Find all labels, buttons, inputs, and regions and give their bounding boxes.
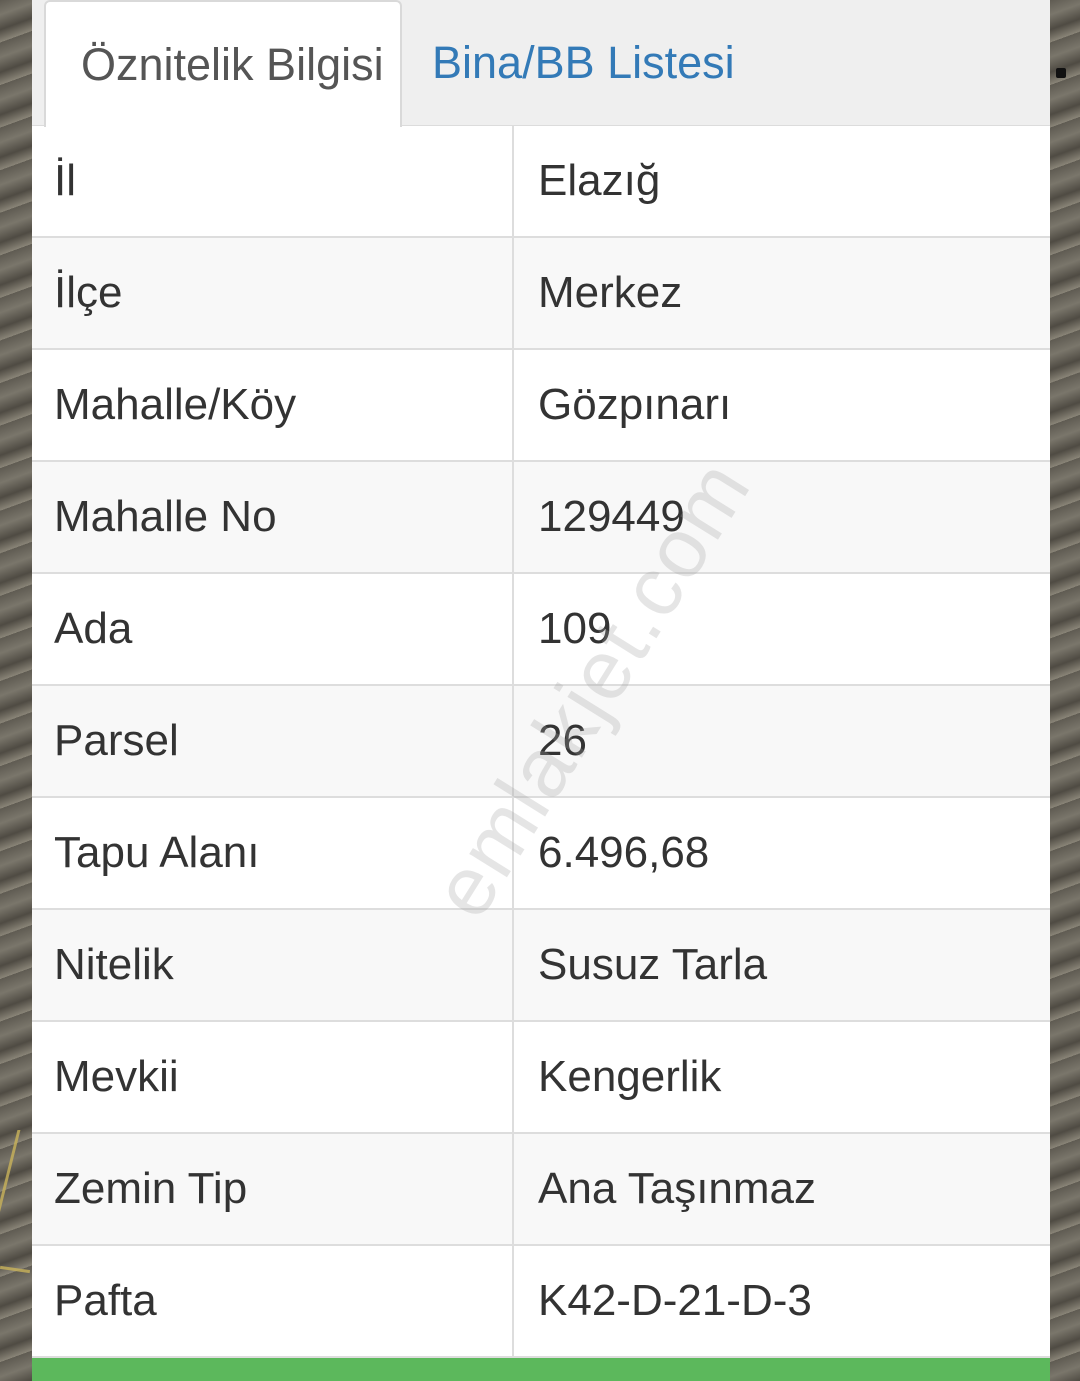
attribute-key: İl [32, 126, 514, 236]
table-row: Mevkii Kengerlik [32, 1022, 1050, 1134]
attribute-key: Zemin Tip [32, 1134, 514, 1244]
attribute-value: Kengerlik [538, 1052, 722, 1101]
attribute-key: Ada [32, 574, 514, 684]
attribute-key: İlçe [32, 238, 514, 348]
attribute-value: Gözpınarı [538, 380, 732, 429]
tab-building-list[interactable]: Bina/BB Listesi [404, 0, 824, 125]
attribute-value: 6.496,68 [538, 828, 710, 877]
map-marker-icon [1056, 68, 1066, 78]
table-row: İlçe Merkez [32, 238, 1050, 350]
table-row: Ada 109 [32, 574, 1050, 686]
attribute-key: Mahalle No [32, 462, 514, 572]
attribute-value: 26 [538, 716, 587, 765]
attribute-value: Merkez [538, 268, 683, 317]
attribute-key: Parsel [32, 686, 514, 796]
attribute-value: Susuz Tarla [538, 940, 768, 989]
attribute-value: K42-D-21-D-3 [538, 1276, 812, 1325]
attribute-value: Elazığ [538, 156, 661, 205]
table-row: İl Elazığ [32, 126, 1050, 238]
attribute-key: Pafta [32, 1246, 514, 1356]
attribute-key: Mahalle/Köy [32, 350, 514, 460]
attribute-value: 129449 [538, 492, 685, 541]
table-row: Tapu Alanı 6.496,68 [32, 798, 1050, 910]
attribute-value: Ana Taşınmaz [538, 1164, 817, 1213]
action-bar[interactable] [32, 1358, 1050, 1381]
map-background-right [1050, 0, 1080, 1381]
table-row: Mahalle No 129449 [32, 462, 1050, 574]
parcel-info-panel: Öznitelik Bilgisi Bina/BB Listesi İl Ela… [32, 0, 1050, 1381]
attribute-key: Tapu Alanı [32, 798, 514, 908]
table-row: Nitelik Susuz Tarla [32, 910, 1050, 1022]
attribute-key: Mevkii [32, 1022, 514, 1132]
attribute-key: Nitelik [32, 910, 514, 1020]
tab-bar: Öznitelik Bilgisi Bina/BB Listesi [32, 0, 1050, 127]
attribute-value: 109 [538, 604, 612, 653]
table-row: Pafta K42-D-21-D-3 [32, 1246, 1050, 1358]
attribute-table: İl Elazığ İlçe Merkez Mahalle/Köy Gözpın… [32, 126, 1050, 1358]
table-row: Mahalle/Köy Gözpınarı [32, 350, 1050, 462]
table-row: Zemin Tip Ana Taşınmaz [32, 1134, 1050, 1246]
table-row: Parsel 26 [32, 686, 1050, 798]
tab-attribute-info[interactable]: Öznitelik Bilgisi [44, 0, 402, 127]
